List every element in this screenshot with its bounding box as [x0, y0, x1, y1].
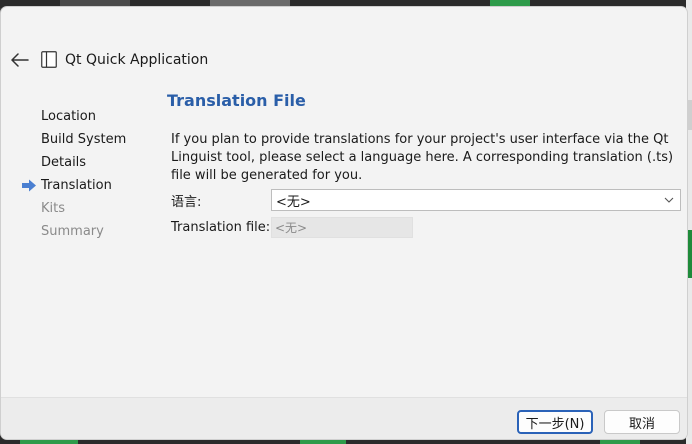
translation-file-label: Translation file:: [171, 220, 271, 235]
step-label: Details: [41, 155, 87, 170]
step-details: Details: [1, 151, 161, 174]
arrow-right-icon: [22, 179, 36, 192]
step-summary: Summary: [1, 220, 161, 243]
translation-file-row: Translation file: <无>: [171, 217, 681, 238]
chevron-down-icon: [664, 197, 674, 203]
wizard-app-icon: [41, 51, 57, 68]
step-label: Summary: [41, 224, 104, 239]
language-select[interactable]: <无>: [271, 189, 681, 211]
step-label: Kits: [41, 201, 66, 216]
wizard-dialog: Qt Quick Application Location Build Syst…: [0, 6, 688, 440]
language-label: 语言:: [171, 194, 202, 210]
wizard-page: Translation File If you plan to provide …: [167, 89, 681, 238]
window-title: Qt Quick Application: [65, 52, 209, 68]
back-button[interactable]: [9, 48, 31, 72]
wizard-footer: 下一步(N) 取消: [1, 397, 687, 439]
cancel-button[interactable]: 取消: [604, 410, 680, 434]
wizard-steps: Location Build System Details Translatio…: [1, 105, 161, 243]
language-row: 语言: <无>: [171, 189, 681, 211]
translation-file-field: <无>: [271, 217, 413, 238]
step-label: Build System: [41, 132, 127, 147]
page-title: Translation File: [167, 91, 306, 110]
next-button[interactable]: 下一步(N): [517, 410, 593, 434]
step-build-system: Build System: [1, 128, 161, 151]
wizard-header: Qt Quick Application: [1, 45, 687, 75]
step-kits: Kits: [1, 197, 161, 220]
language-select-value: <无>: [276, 194, 311, 210]
step-label: Location: [41, 109, 96, 124]
step-translation: Translation: [1, 174, 161, 197]
arrow-left-icon: [11, 53, 29, 67]
page-description: If you plan to provide translations for …: [171, 132, 674, 183]
step-location: Location: [1, 105, 161, 128]
translation-file-value: <无>: [275, 221, 308, 235]
step-label: Translation: [41, 178, 112, 193]
